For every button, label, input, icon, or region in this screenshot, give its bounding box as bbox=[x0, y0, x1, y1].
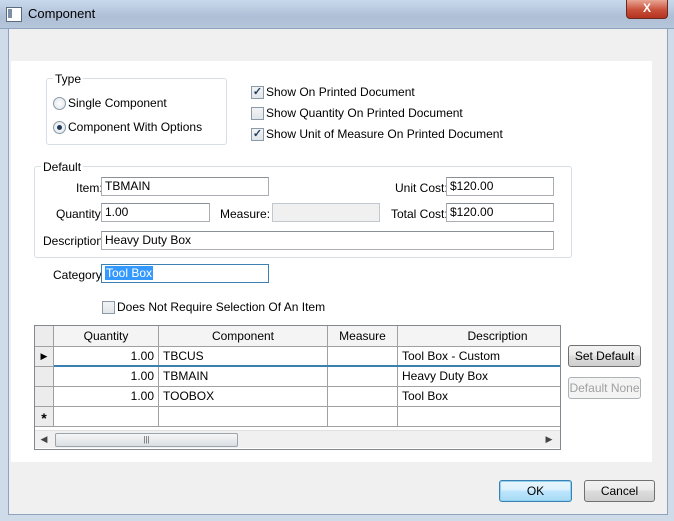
total-cost-label: Total Cost: bbox=[391, 207, 448, 221]
column-header-measure[interactable]: Measure bbox=[328, 326, 398, 347]
show-quantity-label: Show Quantity On Printed Document bbox=[266, 106, 463, 120]
table-row-cell-component[interactable]: TBCUS bbox=[159, 347, 328, 367]
window-title: Component bbox=[28, 6, 96, 21]
component-with-options-label: Component With Options bbox=[68, 120, 203, 134]
column-header-component[interactable]: Component bbox=[159, 326, 328, 347]
category-value-selected: Tool Box bbox=[105, 266, 154, 280]
show-unit-measure-checkbox[interactable]: ✓ Show Unit of Measure On Printed Docume… bbox=[251, 127, 503, 144]
row-selector-current[interactable]: ▶ bbox=[35, 347, 54, 367]
show-on-printed-checkbox[interactable]: ✓ Show On Printed Document bbox=[251, 85, 451, 102]
default-group-legend: Default bbox=[41, 160, 84, 174]
column-header-quantity[interactable]: Quantity bbox=[54, 326, 159, 347]
unit-cost-label: Unit Cost: bbox=[395, 181, 448, 195]
components-grid[interactable]: Quantity Component Measure Description ▶… bbox=[34, 325, 561, 450]
new-row-cell-component[interactable] bbox=[159, 407, 328, 427]
table-row-cell-quantity[interactable]: 1.00 bbox=[54, 347, 159, 367]
new-row-cell-description[interactable] bbox=[398, 407, 560, 427]
table-row-cell-description[interactable]: Tool Box - Custom bbox=[398, 347, 560, 367]
show-on-printed-label: Show On Printed Document bbox=[266, 85, 415, 99]
no-selection-label: Does Not Require Selection Of An Item bbox=[117, 300, 326, 314]
radio-icon-selected[interactable] bbox=[53, 121, 66, 134]
table-row-cell-component[interactable]: TOOBOX bbox=[159, 387, 328, 407]
table-row-cell-measure[interactable] bbox=[328, 347, 398, 367]
checkbox-checked-icon[interactable]: ✓ bbox=[251, 86, 264, 99]
title-bar[interactable] bbox=[0, 0, 674, 29]
new-row-cell-quantity[interactable] bbox=[54, 407, 159, 427]
table-row-cell-quantity[interactable]: 1.00 bbox=[54, 387, 159, 407]
table-row-cell-measure[interactable] bbox=[328, 387, 398, 407]
quantity-label: Quantity: bbox=[56, 207, 105, 221]
type-group-legend: Type bbox=[53, 72, 84, 86]
ok-button[interactable]: OK bbox=[499, 480, 572, 502]
scroll-left-icon[interactable]: ◀ bbox=[37, 433, 51, 446]
measure-field bbox=[272, 203, 380, 222]
component-with-options-radio[interactable]: Component With Options bbox=[53, 120, 213, 137]
no-selection-checkbox[interactable]: Does Not Require Selection Of An Item bbox=[102, 300, 326, 317]
close-button[interactable]: X bbox=[626, 0, 668, 19]
description-label: Description: bbox=[43, 234, 107, 248]
item-field[interactable]: TBMAIN bbox=[101, 177, 269, 196]
new-row-cell-measure[interactable] bbox=[328, 407, 398, 427]
column-header-description[interactable]: Description bbox=[398, 326, 560, 347]
checkbox-checked-icon[interactable]: ✓ bbox=[251, 128, 264, 141]
category-label: Category: bbox=[53, 268, 106, 282]
horizontal-scrollbar[interactable]: ◀ ||| ▶ bbox=[35, 430, 560, 448]
row-selector[interactable] bbox=[35, 387, 54, 407]
single-component-label: Single Component bbox=[68, 96, 167, 110]
scrollbar-thumb[interactable]: ||| bbox=[55, 433, 238, 447]
table-row-cell-description[interactable]: Heavy Duty Box bbox=[398, 367, 560, 387]
unit-cost-field[interactable]: $120.00 bbox=[446, 177, 554, 196]
show-unit-measure-label: Show Unit of Measure On Printed Document bbox=[266, 127, 503, 141]
default-none-button[interactable]: Default None bbox=[568, 377, 641, 399]
total-cost-field[interactable]: $120.00 bbox=[446, 203, 554, 222]
single-component-radio[interactable]: Single Component bbox=[53, 96, 193, 113]
description-field[interactable]: Heavy Duty Box bbox=[101, 231, 554, 250]
checkbox-icon[interactable] bbox=[251, 107, 264, 120]
show-quantity-checkbox[interactable]: Show Quantity On Printed Document bbox=[251, 106, 463, 123]
checkbox-icon[interactable] bbox=[102, 301, 115, 314]
grid-corner bbox=[35, 326, 54, 347]
window-app-icon bbox=[6, 7, 22, 22]
new-row-marker[interactable]: * bbox=[35, 407, 54, 427]
table-row-cell-description[interactable]: Tool Box bbox=[398, 387, 560, 407]
category-field[interactable]: Tool Box bbox=[101, 264, 269, 283]
item-label: Item: bbox=[76, 181, 103, 195]
radio-icon[interactable] bbox=[53, 97, 66, 110]
table-row-cell-quantity[interactable]: 1.00 bbox=[54, 367, 159, 387]
table-row-cell-component[interactable]: TBMAIN bbox=[159, 367, 328, 387]
set-default-button[interactable]: Set Default bbox=[568, 345, 641, 367]
table-row-cell-measure[interactable] bbox=[328, 367, 398, 387]
cancel-button[interactable]: Cancel bbox=[584, 480, 655, 502]
measure-label: Measure: bbox=[220, 207, 271, 221]
scroll-right-icon[interactable]: ▶ bbox=[542, 433, 556, 446]
quantity-field[interactable]: 1.00 bbox=[101, 203, 210, 222]
row-selector[interactable] bbox=[35, 367, 54, 387]
